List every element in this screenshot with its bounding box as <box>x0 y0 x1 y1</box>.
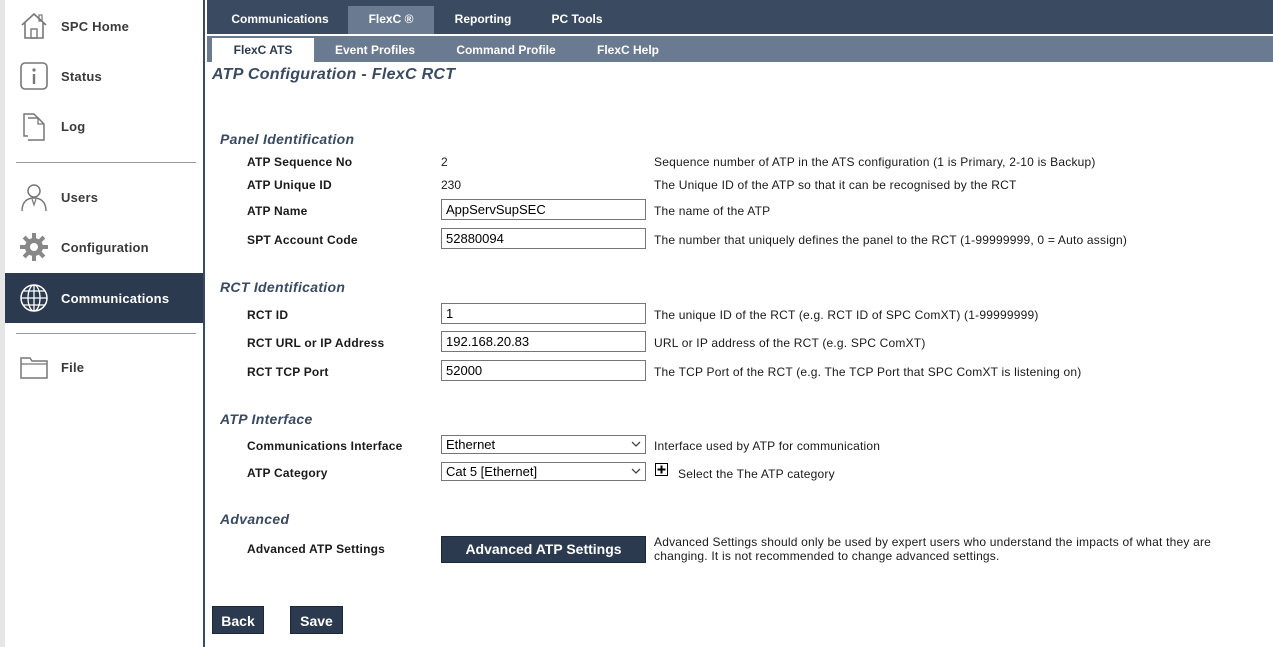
sidebar-item-configuration[interactable]: Configuration <box>5 222 203 272</box>
rct-url-label: RCT URL or IP Address <box>247 336 385 350</box>
sidebar-item-label: Configuration <box>61 239 149 255</box>
folder-icon <box>17 350 51 384</box>
sidebar-item-spc-home[interactable]: SPC Home <box>5 1 203 51</box>
sidebar-item-log[interactable]: Log <box>5 101 203 151</box>
atp-unique-id-value: 230 <box>441 178 462 192</box>
sidebar-divider <box>16 333 196 334</box>
rct-id-desc: The unique ID of the RCT (e.g. RCT ID of… <box>654 308 1039 322</box>
spt-account-code-desc: The number that uniquely defines the pan… <box>654 233 1128 247</box>
house-icon <box>17 9 51 43</box>
atp-name-desc: The name of the ATP <box>654 204 771 218</box>
communications-interface-select[interactable]: Ethernet <box>441 435 646 454</box>
sidebar-item-status[interactable]: Status <box>5 51 203 101</box>
sub-tab-bar: FlexC ATS Event Profiles Command Profile… <box>207 36 1273 62</box>
rct-id-label: RCT ID <box>247 308 289 322</box>
communications-interface-label: Communications Interface <box>247 439 403 453</box>
spt-account-code-label: SPT Account Code <box>247 233 358 247</box>
atp-unique-id-desc: The Unique ID of the ATP so that it can … <box>654 178 1017 192</box>
rct-url-desc: URL or IP address of the RCT (e.g. SPC C… <box>654 336 926 350</box>
tab-flexc[interactable]: FlexC ® <box>348 6 434 34</box>
spt-account-code-input[interactable] <box>441 228 646 249</box>
atp-sequence-no-value: 2 <box>441 155 448 169</box>
subtab-flexc-ats[interactable]: FlexC ATS <box>212 38 314 62</box>
globe-icon <box>17 281 51 315</box>
info-icon <box>17 59 51 93</box>
section-rct-identification: RCT Identification <box>220 279 346 295</box>
sidebar: SPC Home Status Log Users Configuration … <box>0 0 205 647</box>
rct-id-input[interactable] <box>441 303 646 324</box>
chevron-down-icon <box>631 468 641 474</box>
rct-tcp-port-desc: The TCP Port of the RCT (e.g. The TCP Po… <box>654 365 1082 379</box>
chevron-down-icon <box>631 441 641 447</box>
atp-category-desc: Select the The ATP category <box>678 467 835 481</box>
tab-communications[interactable]: Communications <box>217 6 343 34</box>
atp-name-input[interactable] <box>441 199 646 220</box>
communications-interface-desc: Interface used by ATP for communication <box>654 439 881 453</box>
tab-reporting[interactable]: Reporting <box>443 6 523 34</box>
expand-plus-icon[interactable] <box>655 463 668 476</box>
sidebar-item-file[interactable]: File <box>5 342 203 392</box>
subtab-command-profile[interactable]: Command Profile <box>445 38 567 62</box>
communications-interface-value: Ethernet <box>446 437 496 452</box>
subtab-flexc-help[interactable]: FlexC Help <box>585 38 671 62</box>
sidebar-item-label: Status <box>61 68 102 84</box>
advanced-atp-settings-button[interactable]: Advanced ATP Settings <box>441 536 646 563</box>
atp-category-label: ATP Category <box>247 466 328 480</box>
sidebar-item-users[interactable]: Users <box>5 172 203 222</box>
section-panel-identification: Panel Identification <box>220 131 355 147</box>
rct-tcp-port-input[interactable] <box>441 360 646 381</box>
sidebar-item-label: File <box>61 359 85 375</box>
rct-url-input[interactable] <box>441 331 646 352</box>
atp-category-select[interactable]: Cat 5 [Ethernet] <box>441 462 646 481</box>
sidebar-item-label: Communications <box>61 290 170 306</box>
save-button[interactable]: Save <box>290 606 343 634</box>
atp-sequence-no-label: ATP Sequence No <box>247 155 353 169</box>
sidebar-item-label: SPC Home <box>61 18 130 34</box>
sidebar-divider <box>16 162 196 163</box>
atp-sequence-no-desc: Sequence number of ATP in the ATS config… <box>654 155 1096 169</box>
sidebar-item-label: Users <box>61 189 99 205</box>
advanced-desc-line1: Advanced Settings should only be used by… <box>654 535 1212 549</box>
user-icon <box>17 180 51 214</box>
sidebar-item-label: Log <box>61 118 86 134</box>
advanced-desc-line2: changing. It is not recommended to chang… <box>654 549 1000 563</box>
gear-icon <box>17 230 51 264</box>
document-icon <box>17 109 51 143</box>
sidebar-item-communications[interactable]: Communications <box>5 273 203 323</box>
subtab-event-profiles[interactable]: Event Profiles <box>325 38 425 62</box>
atp-unique-id-label: ATP Unique ID <box>247 178 332 192</box>
advanced-atp-settings-label: Advanced ATP Settings <box>247 542 386 556</box>
main-tab-bar: Communications FlexC ® Reporting PC Tool… <box>207 0 1273 34</box>
tab-pc-tools[interactable]: PC Tools <box>539 6 615 34</box>
section-advanced: Advanced <box>220 511 290 527</box>
atp-name-label: ATP Name <box>247 204 308 218</box>
back-button[interactable]: Back <box>212 606 264 634</box>
atp-category-value: Cat 5 [Ethernet] <box>446 464 538 479</box>
rct-tcp-port-label: RCT TCP Port <box>247 365 329 379</box>
section-atp-interface: ATP Interface <box>220 411 313 427</box>
page-title: ATP Configuration - FlexC RCT <box>212 66 456 83</box>
